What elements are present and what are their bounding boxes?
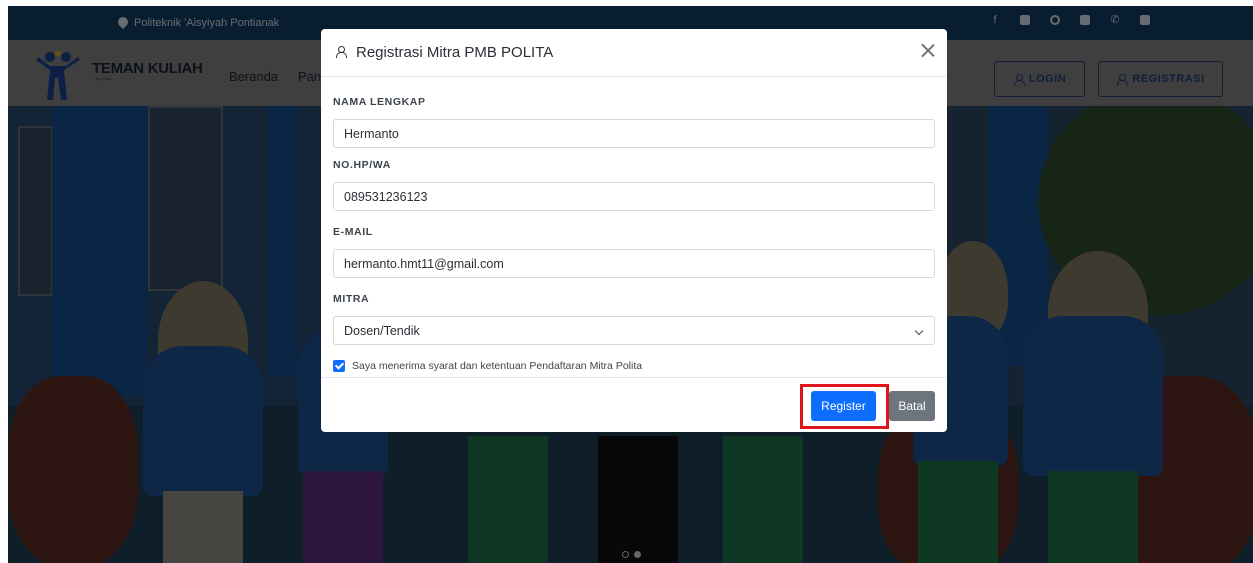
register-button[interactable]: Register (811, 391, 876, 421)
chevron-down-icon (914, 326, 924, 336)
no-hp-input[interactable]: 089531236123 (333, 182, 935, 211)
modal-title: Registrasi Mitra PMB POLITA (356, 44, 554, 61)
email-input[interactable]: hermanto.hmt11@gmail.com (333, 249, 935, 278)
terms-checkbox[interactable] (333, 360, 345, 372)
email-label: E-MAIL (333, 226, 373, 238)
nama-lengkap-input[interactable]: Hermanto (333, 119, 935, 148)
registration-modal: Registrasi Mitra PMB POLITA NAMA LENGKAP… (321, 29, 947, 432)
mitra-label: MITRA (333, 293, 370, 305)
modal-header: Registrasi Mitra PMB POLITA (321, 29, 947, 77)
cancel-button[interactable]: Batal (889, 391, 935, 421)
no-hp-label: NO.HP/WA (333, 159, 391, 171)
modal-footer: Register Batal (321, 377, 947, 432)
user-icon (335, 46, 348, 59)
mitra-selected-value: Dosen/Tendik (344, 323, 420, 338)
terms-label[interactable]: Saya menerima syarat dan ketentuan Penda… (352, 360, 642, 372)
terms-row: Saya menerima syarat dan ketentuan Penda… (333, 360, 935, 372)
nama-lengkap-label: NAMA LENGKAP (333, 96, 426, 108)
modal-body: NAMA LENGKAP Hermanto NO.HP/WA 089531236… (321, 96, 947, 372)
close-icon[interactable] (921, 43, 935, 57)
mitra-select[interactable]: Dosen/Tendik (333, 316, 935, 345)
